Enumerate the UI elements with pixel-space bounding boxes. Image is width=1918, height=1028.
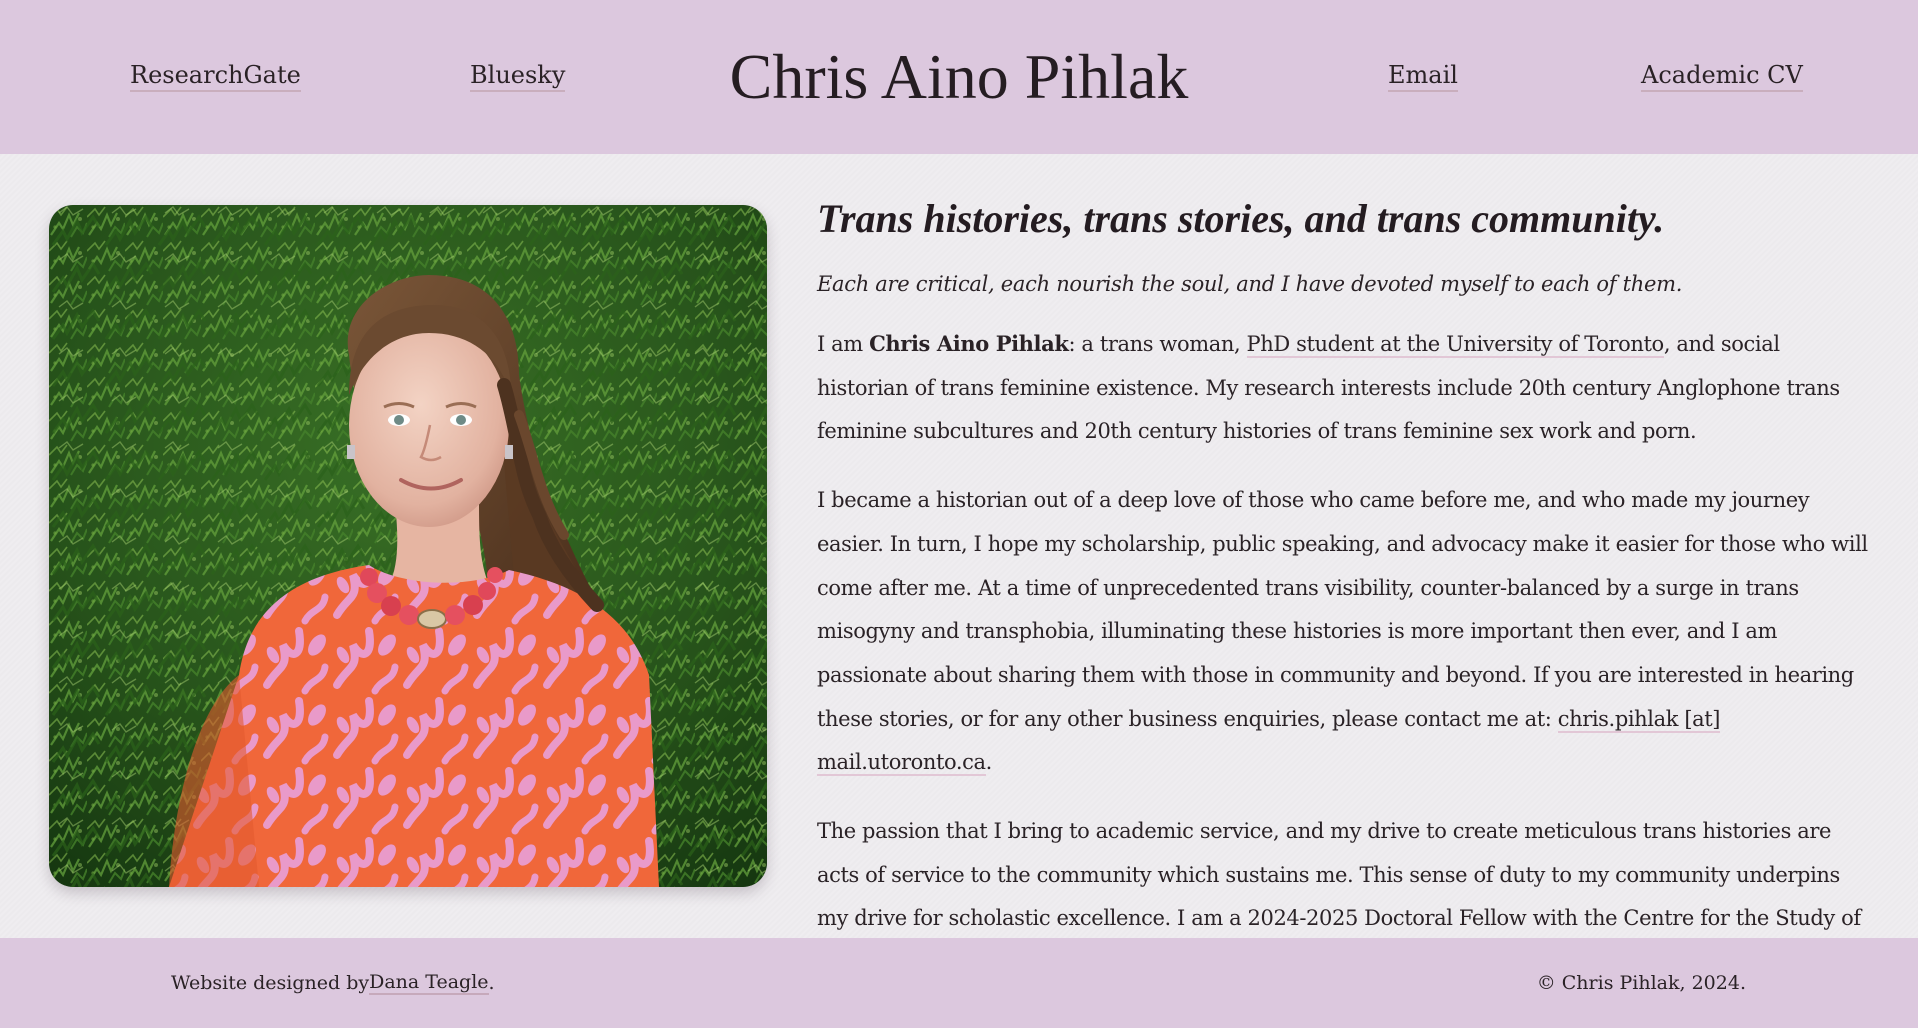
- bio-headline: Trans histories, trans stories, and tran…: [817, 196, 1665, 241]
- nav-link-bluesky[interactable]: Bluesky: [470, 0, 566, 154]
- nav-link-bluesky-label: Bluesky: [470, 63, 566, 92]
- nav-link-researchgate[interactable]: ResearchGate: [130, 0, 301, 154]
- intro-before: I am: [817, 332, 870, 356]
- footer-credit: Website designed by Dana Teagle.: [171, 938, 495, 1028]
- nav-link-email[interactable]: Email: [1388, 0, 1458, 154]
- uoft-phd-link[interactable]: PhD student at the University of Toronto: [1246, 332, 1664, 358]
- intro-name: Chris Aino Pihlak: [869, 331, 1069, 356]
- footer-copyright: © Chris Pihlak, 2024.: [1536, 972, 1746, 994]
- portrait-illustration: [49, 205, 767, 887]
- nav-link-researchgate-label: ResearchGate: [130, 63, 301, 92]
- bio-paragraph-motivation: I became a historian out of a deep love …: [817, 479, 1872, 785]
- nav-link-academic-cv[interactable]: Academic CV: [1641, 0, 1803, 154]
- portrait-photo: [49, 205, 767, 887]
- nav-link-academic-cv-label: Academic CV: [1641, 63, 1803, 92]
- nav-link-email-label: Email: [1388, 63, 1458, 92]
- bio-paragraph-intro: I am Chris Aino Pihlak: a trans woman, P…: [817, 322, 1872, 454]
- intro-middle: : a trans woman,: [1068, 332, 1247, 356]
- site-title-text: Chris Aino Pihlak: [729, 41, 1189, 112]
- footer-credit-suffix: .: [488, 972, 495, 994]
- designer-link[interactable]: Dana Teagle: [369, 971, 489, 995]
- footer-credit-prefix: Website designed by: [171, 972, 370, 994]
- site-header: ResearchGate Bluesky Chris Aino Pihlak E…: [0, 0, 1918, 154]
- motivation-after: .: [985, 750, 993, 775]
- motivation-text: I became a historian out of a deep love …: [817, 488, 1868, 731]
- site-footer: Website designed by Dana Teagle. © Chris…: [0, 938, 1918, 1028]
- bio-section: Trans histories, trans stories, and tran…: [817, 194, 1872, 938]
- main-content: Trans histories, trans stories, and tran…: [0, 154, 1918, 938]
- bio-paragraph-service: The passion that I bring to academic ser…: [817, 819, 1861, 931]
- bio-tagline: Each are critical, each nourish the soul…: [817, 272, 1683, 296]
